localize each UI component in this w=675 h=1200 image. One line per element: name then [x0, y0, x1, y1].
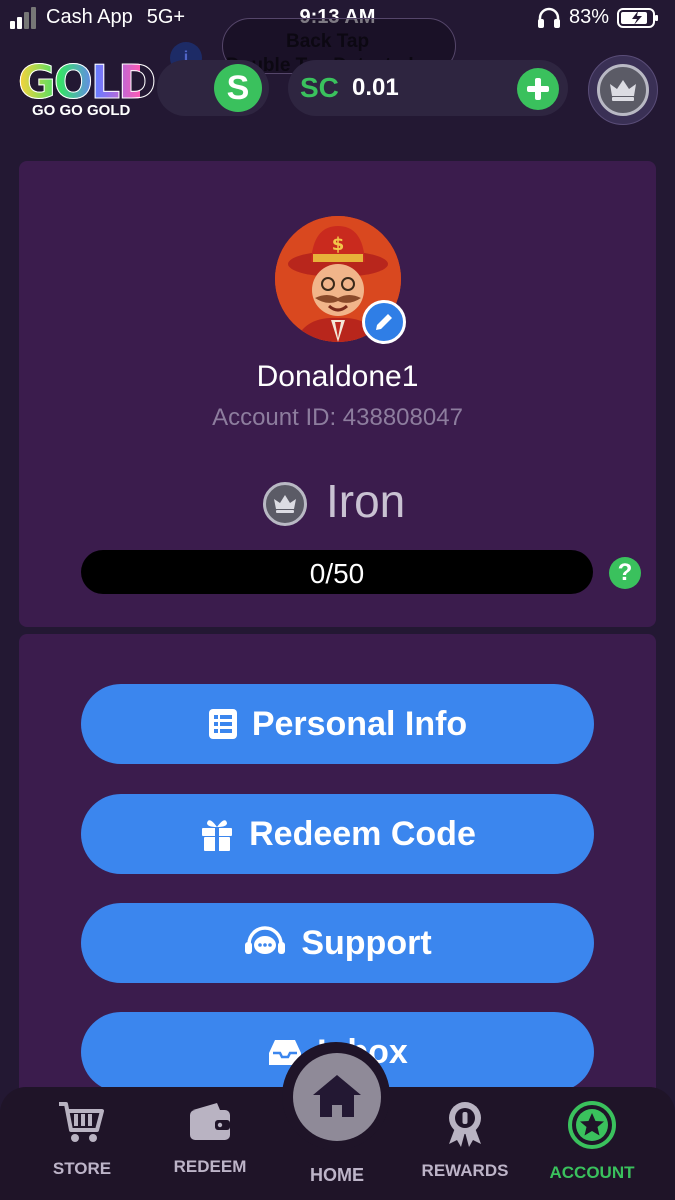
nav-rewards-label: REWARDS — [421, 1161, 509, 1180]
nav-redeem-label: REDEEM — [173, 1157, 247, 1176]
sc-balance-value: 0.01 — [352, 74, 399, 101]
headset-chat-icon — [245, 926, 286, 954]
username: Donaldone1 — [256, 360, 419, 393]
tier-progress-text: 0/50 — [309, 558, 365, 589]
personal-info-button[interactable]: Personal Info — [81, 684, 594, 764]
star-icon — [568, 1101, 616, 1149]
tier-crown-icon — [263, 482, 307, 526]
nav-store-label: STORE — [52, 1159, 112, 1178]
cart-icon — [59, 1102, 104, 1142]
nav-home-button[interactable] — [293, 1053, 381, 1141]
nav-account-label: ACCOUNT — [549, 1163, 635, 1182]
redeem-code-button[interactable]: Redeem Code — [81, 794, 594, 874]
nav-redeem[interactable]: REDEEM — [155, 1100, 265, 1177]
add-coins-button[interactable] — [517, 68, 559, 110]
status-right: 83% — [537, 6, 659, 29]
headphones-icon — [537, 7, 560, 28]
support-button[interactable]: Support — [81, 903, 594, 983]
gift-icon — [202, 820, 233, 851]
tier-progress-bar: 0/50 — [81, 550, 593, 594]
svg-text:$: $ — [332, 234, 345, 255]
list-icon — [208, 709, 237, 739]
nav-account[interactable]: ACCOUNT — [537, 1100, 647, 1183]
crown-icon — [597, 64, 649, 116]
support-label: Support — [301, 923, 432, 962]
nav-rewards[interactable]: REWARDS — [410, 1100, 520, 1181]
badge-icon — [449, 1102, 481, 1147]
wallet-icon — [190, 1103, 230, 1140]
back-tap-title: Back Tap — [286, 31, 370, 52]
nav-store[interactable]: STORE — [27, 1100, 137, 1179]
logo-sub-text: GO GO GOLD — [32, 102, 131, 119]
s-coin-icon: S — [214, 64, 262, 112]
tier-name: Iron — [326, 475, 406, 527]
battery-icon — [617, 7, 658, 28]
house-icon — [313, 1075, 361, 1117]
redeem-code-label: Redeem Code — [249, 814, 476, 853]
nav-home-label: HOME — [310, 1165, 364, 1185]
help-icon[interactable]: ? — [609, 557, 641, 589]
account-id: Account ID: 438808047 — [212, 404, 463, 431]
app-logo: GOLD GO GO GOLD — [18, 55, 157, 122]
logo-main-text: GOLD — [18, 55, 157, 109]
edit-avatar-button[interactable] — [362, 300, 406, 344]
battery-percent: 83% — [568, 6, 609, 28]
pencil-icon — [376, 314, 392, 330]
personal-info-label: Personal Info — [251, 704, 468, 743]
sc-label: SC — [300, 72, 339, 103]
vip-button[interactable] — [588, 55, 658, 125]
